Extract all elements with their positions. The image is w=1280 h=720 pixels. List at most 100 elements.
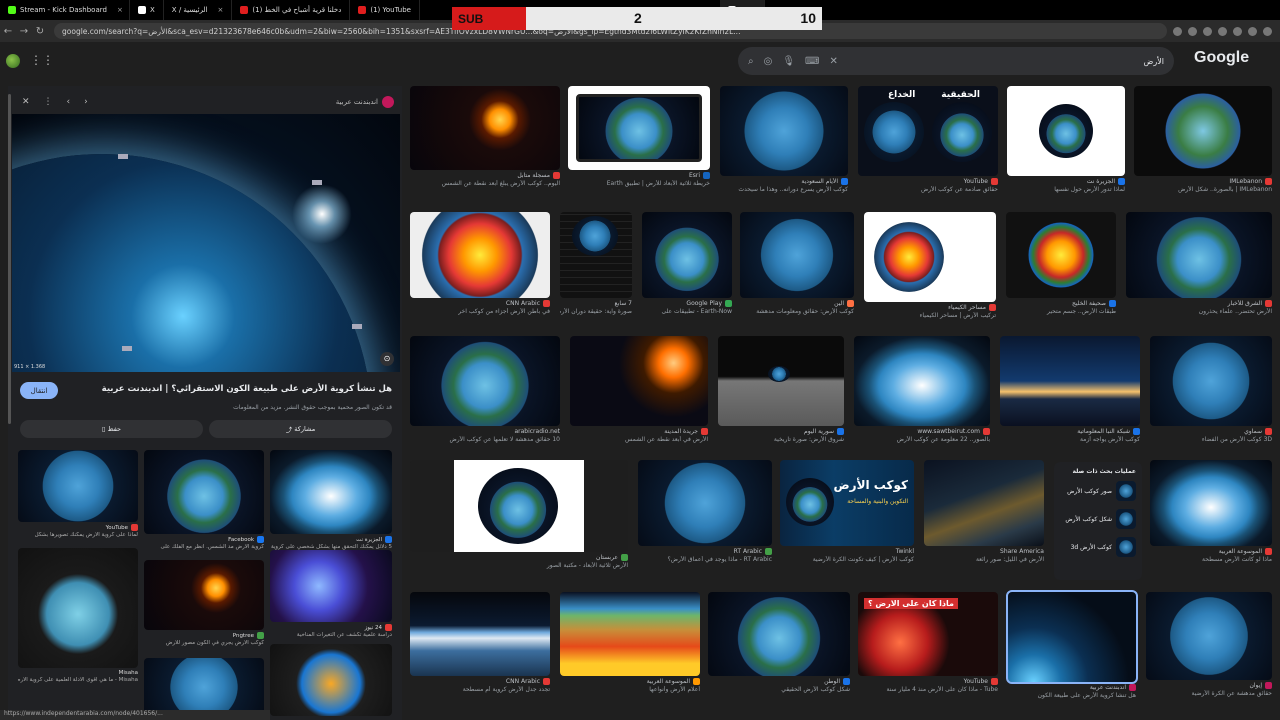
result-card[interactable]: الموسوعة العربية أعلام الأرض وأنواعها bbox=[560, 592, 700, 693]
satellite-image bbox=[122, 346, 132, 351]
tab-x-home[interactable]: X / الرئيسية × bbox=[164, 0, 233, 20]
chevron-right-icon[interactable]: › bbox=[84, 97, 88, 107]
tab-kick-dashboard[interactable]: Stream - Kick Dashboard × bbox=[0, 0, 130, 20]
preview-image[interactable]: 911 × 1.368 ⊙ bbox=[12, 114, 400, 372]
panel-actions: ▯ حفظ ⤴ مشاركة bbox=[20, 420, 392, 438]
result-card[interactable]: الجزيرة نت لماذا تدور الأرض حول نفسها bbox=[1007, 86, 1125, 193]
source-icon bbox=[1265, 300, 1272, 307]
result-card[interactable]: إيوان حقائق مدهشة عن الكرة الأرضية bbox=[1146, 592, 1272, 697]
extension-icon[interactable] bbox=[1248, 26, 1257, 36]
extension-icon[interactable] bbox=[1203, 26, 1212, 36]
result-card-selected[interactable]: اندبندنت عربية هل تنشأ كروية الأرض على ط… bbox=[1006, 590, 1138, 699]
source-icon bbox=[621, 554, 628, 561]
panel-source[interactable]: اندبندنت عربية bbox=[336, 96, 394, 108]
result-card[interactable]: الموسوعة العربية ماذا لو كانت الأرض مسطح… bbox=[1150, 460, 1272, 563]
related-search-item[interactable]: شكل كوكب الأرض bbox=[1060, 509, 1136, 529]
keyboard-icon[interactable]: ⌨ bbox=[805, 56, 819, 67]
result-image bbox=[570, 336, 708, 426]
result-image bbox=[1006, 590, 1138, 684]
related-card[interactable]: Facebook كروية الأرض مد الشمس. انظر مع ا… bbox=[144, 450, 264, 550]
related-search-item[interactable]: صور كوكب الأرض bbox=[1060, 481, 1136, 501]
more-options-icon[interactable]: ⋮ bbox=[44, 97, 53, 107]
related-card[interactable] bbox=[144, 658, 264, 716]
result-card[interactable]: Esri خريطة ثلاثية الأبعاد للأرض | تطبيق … bbox=[568, 86, 710, 187]
related-card[interactable] bbox=[270, 644, 392, 716]
result-card[interactable]: Share America الأرض في الليل: صور رائعة bbox=[924, 460, 1044, 563]
kick-icon bbox=[8, 6, 16, 14]
close-icon[interactable]: × bbox=[117, 6, 123, 14]
related-search-item[interactable]: كوكب الأرض 3d bbox=[1060, 537, 1136, 557]
search-icon[interactable]: ⌕ bbox=[748, 56, 754, 67]
source-logo-icon bbox=[382, 96, 394, 108]
extension-icon[interactable] bbox=[1173, 26, 1182, 36]
result-card[interactable]: arabicradio.net 10 حقائق مدهشة لا تعلمها… bbox=[410, 336, 560, 443]
result-card[interactable]: CNN Arabic في باطن الأرض أجزاء من كوكب آ… bbox=[410, 212, 550, 315]
related-searches: عمليات بحث ذات صلة صور كوكب الأرض شكل كو… bbox=[1054, 462, 1142, 580]
result-card[interactable]: 7 سابع صورة وآية: حقيقة دوران الأرض bbox=[560, 212, 632, 315]
reload-button[interactable]: ↻ bbox=[32, 26, 48, 37]
lens-icon[interactable]: ◎ bbox=[764, 56, 773, 67]
result-card[interactable]: www.sawtbeirut.com بالصور.. 22 معلومة عن… bbox=[854, 336, 990, 443]
clear-icon[interactable]: ✕ bbox=[829, 56, 837, 67]
search-box[interactable]: ⌕ ◎ 🎙 ⌨ ✕ الأرض bbox=[738, 47, 1174, 75]
tab-x[interactable]: X bbox=[130, 0, 164, 20]
result-card[interactable]: صحيفة الخليج طبقات الأرض.. جسم متحير bbox=[1006, 212, 1116, 315]
result-card[interactable]: Google Play Earth-Now - تطبيقات على bbox=[642, 212, 732, 315]
result-card[interactable]: سورية اليوم شروق الأرض: صورة تاريخية bbox=[718, 336, 844, 443]
result-image bbox=[708, 592, 850, 676]
result-card[interactable]: ماذا كان على الارض ؟ YouTube Tube - ماذا… bbox=[858, 592, 998, 693]
result-card[interactable]: IMLebanon IMLebanon | بالصورة.. شكل الأر… bbox=[1134, 86, 1272, 193]
source-icon bbox=[1265, 682, 1272, 689]
close-icon[interactable]: ✕ bbox=[22, 97, 30, 107]
extension-icon[interactable] bbox=[1233, 26, 1242, 36]
extension-icon[interactable] bbox=[1218, 26, 1227, 36]
preview-title[interactable]: هل تنشأ كروية الأرض على طبيعة الكون الاس… bbox=[102, 384, 392, 394]
result-card[interactable]: سماوي 3D كوكب الأرض من الفضاء bbox=[1150, 336, 1272, 443]
tab-youtube-video[interactable]: (1) دخلنا قرية أشباح في الخط bbox=[232, 0, 351, 20]
related-card[interactable]: الجزيرة نت 5 دلائل يمكنك التحقق منها بشك… bbox=[270, 450, 392, 550]
result-card[interactable]: مسجلة متابل اليوم.. كوكب الأرض يبلغ أبعد… bbox=[410, 86, 560, 187]
avatar[interactable] bbox=[6, 54, 20, 68]
related-image bbox=[270, 644, 392, 716]
result-card[interactable]: كوكب الأرض التكوين والبنية والمساحة Twin… bbox=[780, 460, 914, 563]
visit-button[interactable]: انتقال bbox=[20, 382, 58, 399]
result-card[interactable]: الخداع الحقيقية YouTube حقائق صادمة عن ك… bbox=[858, 86, 998, 193]
google-logo[interactable]: Google bbox=[1194, 49, 1249, 67]
result-card[interactable]: شبكة النبأ المعلوماتية كوكب الأرض يواجه … bbox=[1000, 336, 1140, 443]
tab-youtube[interactable]: (1) YouTube bbox=[350, 0, 420, 20]
result-card[interactable]: الوطن شكل كوكب الأرض الحقيقي bbox=[708, 592, 850, 693]
result-card[interactable]: عربستان الأرض ثلاثية الأبعاد - مكتبة الص… bbox=[410, 460, 628, 569]
fake-label: الخداع bbox=[888, 90, 916, 100]
sub-goal: 10 bbox=[800, 10, 816, 26]
source-icon bbox=[1265, 178, 1272, 185]
youtube-icon bbox=[991, 178, 998, 185]
extension-icon[interactable] bbox=[1188, 26, 1197, 36]
result-card[interactable]: الأيام السعودية كوكب الأرض يسرع دورانه..… bbox=[720, 86, 848, 193]
related-card[interactable]: 24 نيوز دراسة علمية تكشف عن التغيرات الم… bbox=[270, 550, 392, 638]
close-icon[interactable]: × bbox=[218, 6, 224, 14]
chevron-left-icon[interactable]: ‹ bbox=[67, 97, 71, 107]
result-card[interactable]: RT Arabic RT Arabic - ماذا يوجد في أعماق… bbox=[638, 460, 772, 563]
share-button[interactable]: ⤴ مشاركة bbox=[209, 420, 392, 438]
scrollbar[interactable] bbox=[8, 94, 11, 424]
result-card[interactable]: مساحر الكيمياء تركيب الأرض | مساحر الكيم… bbox=[864, 212, 996, 319]
forward-button[interactable]: → bbox=[16, 26, 32, 37]
result-image bbox=[1006, 212, 1116, 298]
back-button[interactable]: ← bbox=[0, 26, 16, 37]
result-card[interactable]: الشرق للأخبار الأرض تحتضر.. علماء يحذرون bbox=[1126, 212, 1272, 315]
result-image bbox=[740, 212, 854, 298]
related-card[interactable]: Misaha Misaha - ما هي أقوى الأدلة العلمي… bbox=[18, 548, 138, 683]
result-card[interactable]: CNN Arabic تجدد جدل الأرض كروية أم مسطحة bbox=[410, 592, 550, 693]
search-query[interactable]: الأرض bbox=[1144, 57, 1164, 66]
related-card[interactable]: YouTube لماذا على كروية الأرض يمكنك تصوي… bbox=[18, 450, 138, 538]
mic-icon[interactable]: 🎙 bbox=[782, 56, 795, 67]
save-button[interactable]: ▯ حفظ bbox=[20, 420, 203, 438]
thumbnail-image bbox=[1116, 509, 1136, 529]
lens-icon[interactable]: ⊙ bbox=[380, 352, 394, 366]
apps-grid-icon[interactable]: ⋮⋮ bbox=[30, 53, 54, 67]
result-card[interactable]: الين كوكب الأرض: حقائق ومعلومات مدهشة bbox=[740, 212, 854, 315]
copyright-notice[interactable]: قد تكون الصور محمية بموجب حقوق النشر. مز… bbox=[233, 404, 392, 411]
related-card[interactable]: Pngtree كوكب الأرض يجري في الكون مصور لل… bbox=[144, 560, 264, 646]
result-card[interactable]: جريدة المدينة الأرض في أبعد نقطة عن الشم… bbox=[570, 336, 708, 443]
menu-icon[interactable] bbox=[1263, 26, 1272, 36]
